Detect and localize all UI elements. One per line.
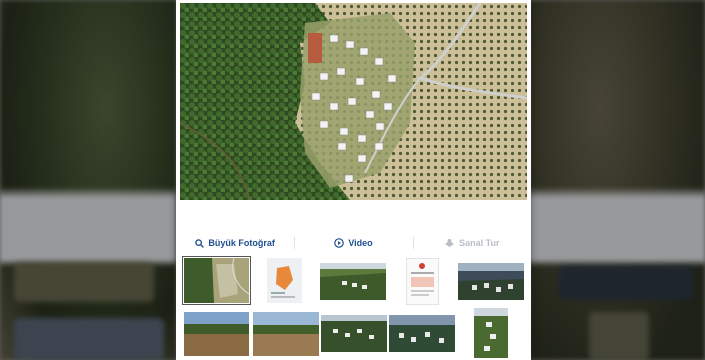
thumbnail-1[interactable] xyxy=(182,256,251,305)
gallery-actions: Büyük Fotoğraf Video Sanal Tur xyxy=(176,231,531,255)
thumbnail-image xyxy=(389,315,455,352)
thumbnail-image xyxy=(474,308,508,358)
gallery-panel: Büyük Fotoğraf Video Sanal Tur xyxy=(176,0,531,360)
thumbnail-5[interactable] xyxy=(458,263,524,300)
thumbnail-6[interactable] xyxy=(184,312,249,356)
thumbnail-image xyxy=(253,312,319,356)
thumbnail-9[interactable] xyxy=(389,315,455,352)
thumbnail-10[interactable] xyxy=(474,308,508,358)
virtual-tour-button[interactable]: Sanal Tur xyxy=(412,234,531,252)
thumbnail-image xyxy=(321,315,387,352)
thumbnail-image xyxy=(320,263,386,300)
thumbnail-image xyxy=(458,263,524,300)
play-circle-icon xyxy=(334,238,345,248)
thumbnail-image xyxy=(267,258,302,303)
thumbnail-image xyxy=(184,312,249,356)
thumbnail-strip xyxy=(176,256,531,360)
thumbnail-3[interactable] xyxy=(320,263,386,300)
thumbnail-4[interactable] xyxy=(406,258,439,305)
thumbnail-image xyxy=(406,258,439,305)
search-icon xyxy=(195,238,205,248)
thumbnail-8[interactable] xyxy=(321,315,387,352)
main-photo[interactable] xyxy=(180,3,527,200)
large-photo-button[interactable]: Büyük Fotoğraf xyxy=(176,234,294,252)
aerial-photo-image xyxy=(180,3,527,200)
thumbnail-7[interactable] xyxy=(253,312,319,356)
video-label: Video xyxy=(348,238,373,248)
thumbnail-2[interactable] xyxy=(267,258,302,303)
video-button[interactable]: Video xyxy=(294,234,412,252)
virtual-tour-label: Sanal Tur xyxy=(459,238,500,248)
large-photo-label: Büyük Fotoğraf xyxy=(208,238,275,248)
virtual-tour-icon xyxy=(445,239,455,247)
thumbnail-image xyxy=(184,258,249,303)
